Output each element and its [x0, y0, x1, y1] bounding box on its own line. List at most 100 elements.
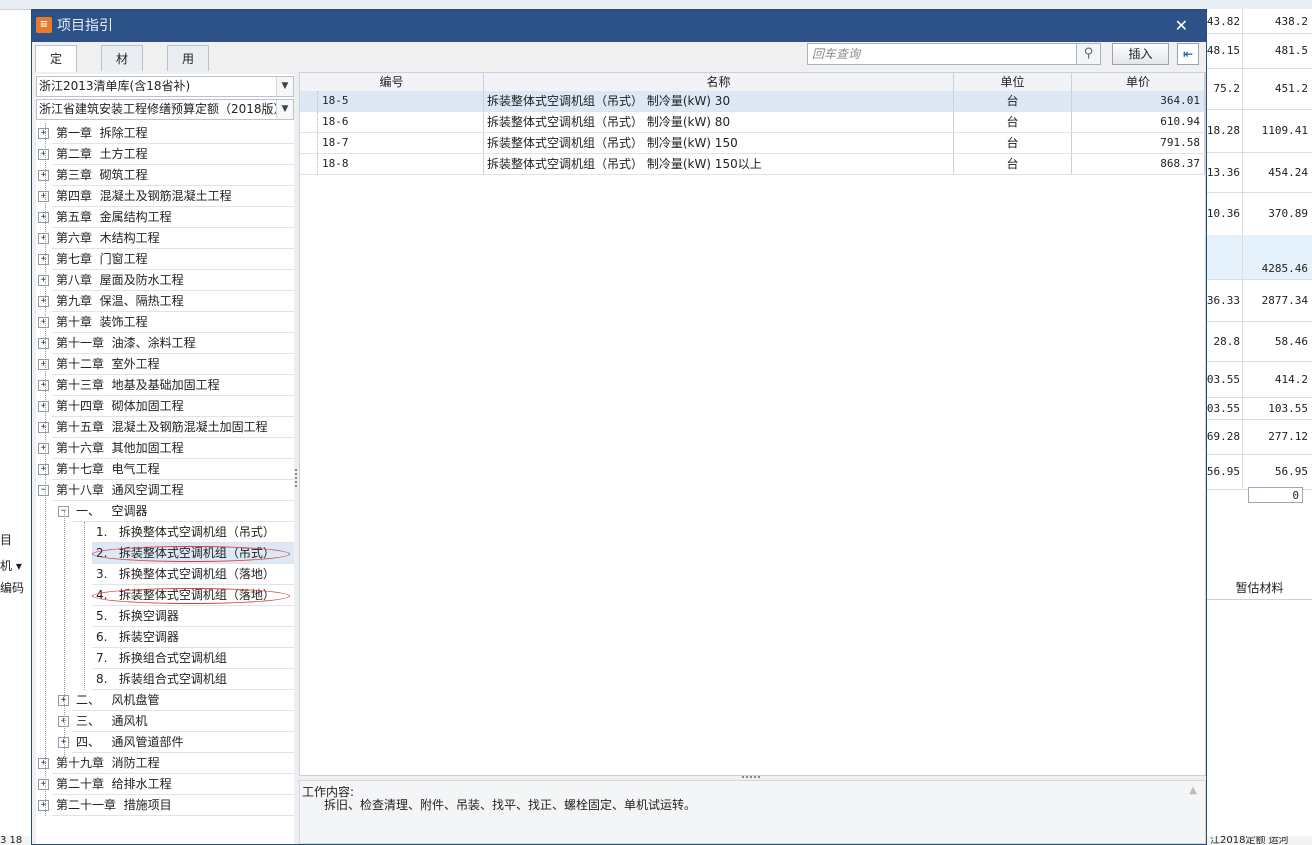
tree-section[interactable]: + 三、 通风机	[58, 711, 294, 732]
dialog-titlebar[interactable]: ≡ 项目指引 ✕	[32, 10, 1206, 42]
tree-chapter[interactable]: + 第十六章 其他加固工程	[38, 438, 294, 459]
quota-select[interactable]: 浙江省建筑安装工程修缮预算定额（2018版） ▼	[36, 99, 294, 120]
expand-icon[interactable]: +	[38, 149, 49, 160]
expand-icon[interactable]: +	[38, 254, 49, 265]
scroll-up-icon[interactable]: ▲	[1189, 785, 1197, 796]
header-name[interactable]: 名称	[484, 73, 954, 91]
tree-item[interactable]: 5. 拆换空调器	[92, 606, 294, 627]
header-code[interactable]: 编号	[300, 73, 484, 91]
tree-chapter[interactable]: + 第十二章 室外工程	[38, 354, 294, 375]
tree-chapter[interactable]: + 第九章 保温、隔热工程	[38, 291, 294, 312]
tree-connector	[64, 511, 65, 763]
tree-section[interactable]: + 四、 通风管道部件	[58, 732, 294, 753]
tree-section[interactable]: + 二、 风机盘管	[58, 690, 294, 711]
cell-unit: 台	[954, 91, 1072, 111]
tree-chapter[interactable]: + 第六章 木结构工程	[38, 228, 294, 249]
library-select[interactable]: 浙江2013清单库(含18省补) ▼	[36, 76, 294, 97]
expand-icon[interactable]: +	[38, 296, 49, 307]
tree-item[interactable]: 2. 拆装整体式空调机组（吊式）	[92, 543, 294, 564]
tree-chapter[interactable]: + 第二十一章 措施项目	[38, 795, 294, 816]
dock-left-icon[interactable]: ⇤	[1177, 43, 1199, 65]
tree-chapter[interactable]: + 第十三章 地基及基础加固工程	[38, 375, 294, 396]
bg-total-input[interactable]: 0	[1248, 487, 1303, 503]
expand-icon[interactable]: +	[38, 359, 49, 370]
tree-chapter[interactable]: + 第十四章 砌体加固工程	[38, 396, 294, 417]
expand-icon[interactable]: +	[38, 317, 49, 328]
tree-node-label: 三、 通风机	[76, 714, 148, 728]
tree-item[interactable]: 7. 拆换组合式空调机组	[92, 648, 294, 669]
tree-chapter[interactable]: + 第二十章 给排水工程	[38, 774, 294, 795]
insert-button[interactable]: 插入	[1112, 43, 1169, 65]
expand-icon[interactable]: +	[38, 443, 49, 454]
expand-icon[interactable]: +	[38, 758, 49, 769]
cell-unit: 台	[954, 154, 1072, 174]
tree-chapter[interactable]: + 第五章 金属结构工程	[38, 207, 294, 228]
header-unit[interactable]: 单位	[954, 73, 1072, 91]
tree-item[interactable]: 3. 拆换整体式空调机组（落地）	[92, 564, 294, 585]
tree-chapter[interactable]: + 第三章 砌筑工程	[38, 165, 294, 186]
tree-chapter[interactable]: + 第八章 屋面及防水工程	[38, 270, 294, 291]
expand-icon[interactable]: +	[38, 401, 49, 412]
header-price[interactable]: 单价	[1072, 73, 1205, 91]
tree-node-label: 第二十章 给排水工程	[56, 777, 172, 791]
expand-icon[interactable]: +	[38, 128, 49, 139]
expand-icon[interactable]: +	[38, 191, 49, 202]
search-icon[interactable]: ⚲	[1077, 43, 1101, 65]
tab-user-library[interactable]: 用户库	[167, 45, 210, 118]
tree-item[interactable]: 8. 拆装组合式空调机组	[92, 669, 294, 690]
grid-row[interactable]: 18-7 拆装整体式空调机组（吊式） 制冷量(kW) 150 台 791.58	[300, 133, 1205, 154]
tree-item[interactable]: 1. 拆换整体式空调机组（吊式）	[92, 522, 294, 543]
search-input[interactable]: 回车查询	[807, 43, 1077, 65]
collapse-icon[interactable]: −	[38, 485, 49, 496]
expand-icon[interactable]: +	[38, 212, 49, 223]
tree-section[interactable]: − 一、 空调器	[58, 501, 294, 522]
tree-node-label: 第十章 装饰工程	[56, 315, 148, 329]
tree-node-label: 6. 拆装空调器	[96, 630, 179, 644]
tree-node-label: 第九章 保温、隔热工程	[56, 294, 184, 308]
tree-chapter[interactable]: + 第二章 土方工程	[38, 144, 294, 165]
expand-icon[interactable]: +	[38, 464, 49, 475]
tree-chapter[interactable]: + 第七章 门窗工程	[38, 249, 294, 270]
expand-icon[interactable]: +	[38, 233, 49, 244]
bg-price-row: 103.55 103.55	[1200, 397, 1312, 420]
tree-chapter[interactable]: + 第十一章 油漆、涂料工程	[38, 333, 294, 354]
tree-chapter[interactable]: + 第一章 拆除工程	[38, 123, 294, 144]
tab-material-library[interactable]: 材料库	[101, 45, 144, 118]
bg-unit-price: 75.2	[1207, 68, 1243, 109]
bg-unit-price	[1207, 235, 1243, 257]
grid-row[interactable]: 18-5 拆装整体式空调机组（吊式） 制冷量(kW) 30 台 364.01	[300, 91, 1205, 112]
grid-row[interactable]: 18-6 拆装整体式空调机组（吊式） 制冷量(kW) 80 台 610.94	[300, 112, 1205, 133]
tab-quota-library[interactable]: 定额库	[35, 45, 78, 118]
chevron-down-icon[interactable]: ▼	[276, 77, 293, 96]
cell-unit: 台	[954, 133, 1072, 153]
tree-chapter[interactable]: + 第十九章 消防工程	[38, 753, 294, 774]
expand-icon[interactable]: +	[38, 422, 49, 433]
expand-icon[interactable]: +	[38, 338, 49, 349]
quota-select-value: 浙江省建筑安装工程修缮预算定额（2018版）	[39, 102, 286, 116]
bg-price-row: 69.28 277.12	[1207, 419, 1312, 455]
bg-total-price: 4285.46	[1261, 261, 1308, 275]
tree-item[interactable]: 4. 拆装整体式空调机组（落地）	[92, 585, 294, 606]
tree-chapter[interactable]: + 第十章 装饰工程	[38, 312, 294, 333]
close-icon[interactable]: ✕	[1175, 10, 1188, 42]
expand-icon[interactable]: +	[38, 779, 49, 790]
status-left-text: 3 18	[0, 836, 23, 845]
grid-row[interactable]: 18-8 拆装整体式空调机组（吊式） 制冷量(kW) 150以上台 868.37	[300, 154, 1205, 175]
expand-icon[interactable]: +	[38, 380, 49, 391]
cell-name: 拆装整体式空调机组（吊式） 制冷量(kW) 80	[484, 112, 954, 132]
app-icon: ≡	[36, 17, 52, 33]
chevron-down-icon[interactable]: ▼	[276, 100, 293, 119]
tree-chapter[interactable]: + 第十七章 电气工程	[38, 459, 294, 480]
tree-connector	[45, 123, 46, 816]
tree-chapter[interactable]: − 第十八章 通风空调工程	[38, 480, 294, 501]
tree-node-label: 2. 拆装整体式空调机组（吊式）	[96, 546, 275, 560]
row-indicator	[300, 133, 318, 153]
bg-tab-estimated-materials[interactable]: 暂估材料	[1207, 577, 1312, 600]
expand-icon[interactable]: +	[38, 275, 49, 286]
tree-item[interactable]: 6. 拆装空调器	[92, 627, 294, 648]
expand-icon[interactable]: +	[38, 800, 49, 811]
tree-chapter[interactable]: + 第四章 混凝土及钢筋混凝土工程	[38, 186, 294, 207]
expand-icon[interactable]: +	[38, 170, 49, 181]
tree-chapter[interactable]: + 第十五章 混凝土及钢筋混凝土加固工程	[38, 417, 294, 438]
bg-total-price: 481.5	[1274, 44, 1308, 57]
